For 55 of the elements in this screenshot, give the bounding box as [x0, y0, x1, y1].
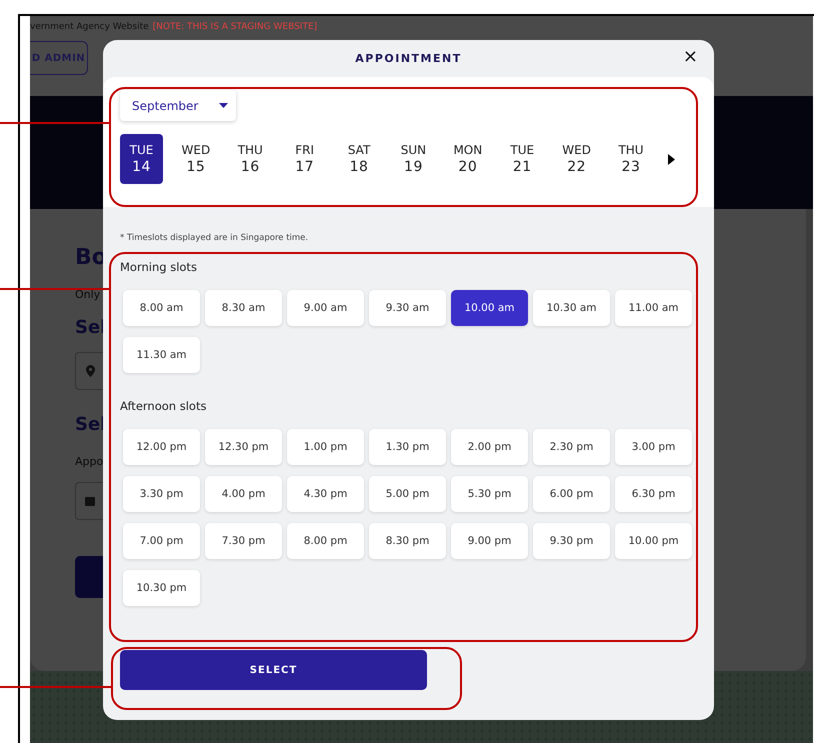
modal-title: APPOINTMENT	[355, 52, 462, 65]
time-slot-button[interactable]: 12.30 pm	[205, 429, 282, 465]
select-button[interactable]: SELECT	[120, 650, 427, 690]
calendar-icon	[85, 496, 95, 506]
time-slot-button[interactable]: 10.00 am	[451, 290, 528, 326]
time-slot-button[interactable]: 4.30 pm	[287, 476, 364, 512]
day-tab[interactable]: THU 23	[610, 134, 653, 184]
body-text: Only	[75, 288, 102, 301]
time-slot-button[interactable]: 10.30 am	[533, 290, 610, 326]
time-slot-button[interactable]: 3.00 pm	[615, 429, 692, 465]
slot-group-label: Afternoon slots	[120, 399, 208, 413]
staging-note: [NOTE: THIS IS A STAGING WEBSITE]	[152, 22, 318, 32]
time-slot-button[interactable]: 1.30 pm	[369, 429, 446, 465]
day-tab[interactable]: WED 22	[555, 134, 598, 184]
time-slot-button[interactable]: 5.30 pm	[451, 476, 528, 512]
time-slot-button[interactable]: 11.00 am	[615, 290, 692, 326]
slot-group-label: Morning slots	[120, 260, 198, 274]
close-button[interactable]: ×	[680, 48, 700, 66]
day-tab[interactable]: SUN 19	[392, 134, 435, 184]
time-slot-button[interactable]: 8.30 am	[205, 290, 282, 326]
caret-icon	[219, 103, 228, 108]
day-tab[interactable]: FRI 17	[283, 134, 326, 184]
time-slot-button[interactable]: 9.30 pm	[533, 523, 610, 559]
time-slot-button[interactable]: 8.00 pm	[287, 523, 364, 559]
field-label: Appo	[75, 455, 103, 468]
time-slot-button[interactable]: 9.30 am	[369, 290, 446, 326]
time-slot-button[interactable]: 8.30 pm	[369, 523, 446, 559]
month-dropdown[interactable]: September	[120, 90, 236, 121]
time-slot-button[interactable]: 9.00 pm	[451, 523, 528, 559]
time-slot-button[interactable]: 9.00 am	[287, 290, 364, 326]
time-slot-button[interactable]: 12.00 pm	[123, 429, 200, 465]
time-slot-button[interactable]: 7.00 pm	[123, 523, 200, 559]
day-tab[interactable]: THU 16	[228, 134, 272, 184]
time-slot-button[interactable]: 10.30 pm	[123, 570, 200, 606]
time-slot-button[interactable]: 6.00 pm	[533, 476, 610, 512]
day-tab[interactable]: TUE 21	[500, 134, 544, 184]
day-tab[interactable]: SAT 18	[338, 134, 381, 184]
time-slot-button[interactable]: 3.30 pm	[123, 476, 200, 512]
time-slot-button[interactable]: 10.00 pm	[615, 523, 692, 559]
time-slot-button[interactable]: 11.30 am	[123, 337, 200, 373]
timezone-note: * Timeslots displayed are in Singapore time.	[120, 233, 310, 243]
day-tab[interactable]: WED 15	[174, 134, 218, 184]
time-slot-button[interactable]: 6.30 pm	[615, 476, 692, 512]
banner-text: vernment Agency Website	[30, 22, 149, 32]
time-slot-button[interactable]: 7.30 pm	[205, 523, 282, 559]
day-tab[interactable]: TUE 14	[120, 134, 163, 184]
location-pin-icon	[86, 365, 94, 377]
time-slot-button[interactable]: 8.00 am	[123, 290, 200, 326]
day-tab[interactable]: MON 20	[446, 134, 490, 184]
time-slot-button[interactable]: 2.00 pm	[451, 429, 528, 465]
next-arrow-icon[interactable]	[668, 154, 675, 164]
time-slot-button[interactable]: 4.00 pm	[205, 476, 282, 512]
time-slot-button[interactable]: 1.00 pm	[287, 429, 364, 465]
time-slot-button[interactable]: 2.30 pm	[533, 429, 610, 465]
time-slot-button[interactable]: 5.00 pm	[369, 476, 446, 512]
